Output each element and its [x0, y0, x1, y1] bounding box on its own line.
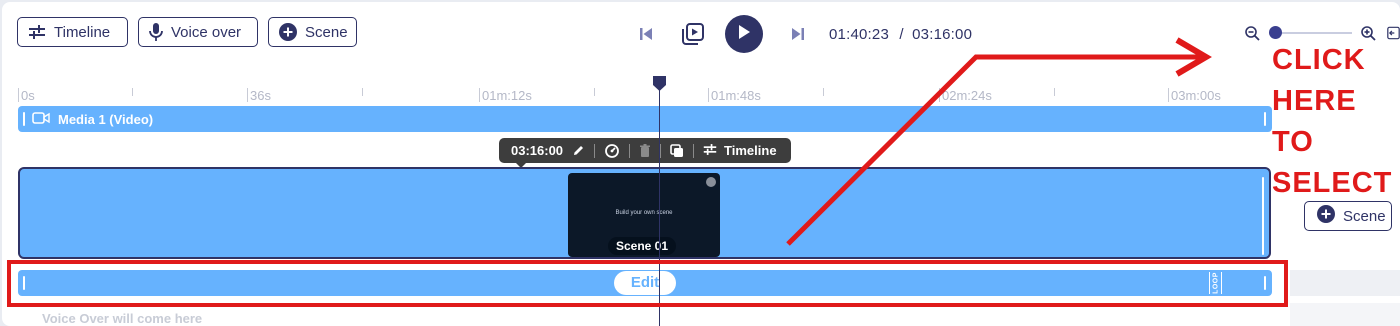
annotation-line: TO [1272, 126, 1314, 158]
annotation-line: SELECT [1272, 167, 1393, 199]
annotation-text: CLICK HERE TO SELECT [1272, 40, 1400, 204]
annotation-line: HERE [1272, 85, 1357, 117]
annotation-arrow-icon [786, 37, 1212, 246]
annotation-line: CLICK [1272, 44, 1366, 76]
